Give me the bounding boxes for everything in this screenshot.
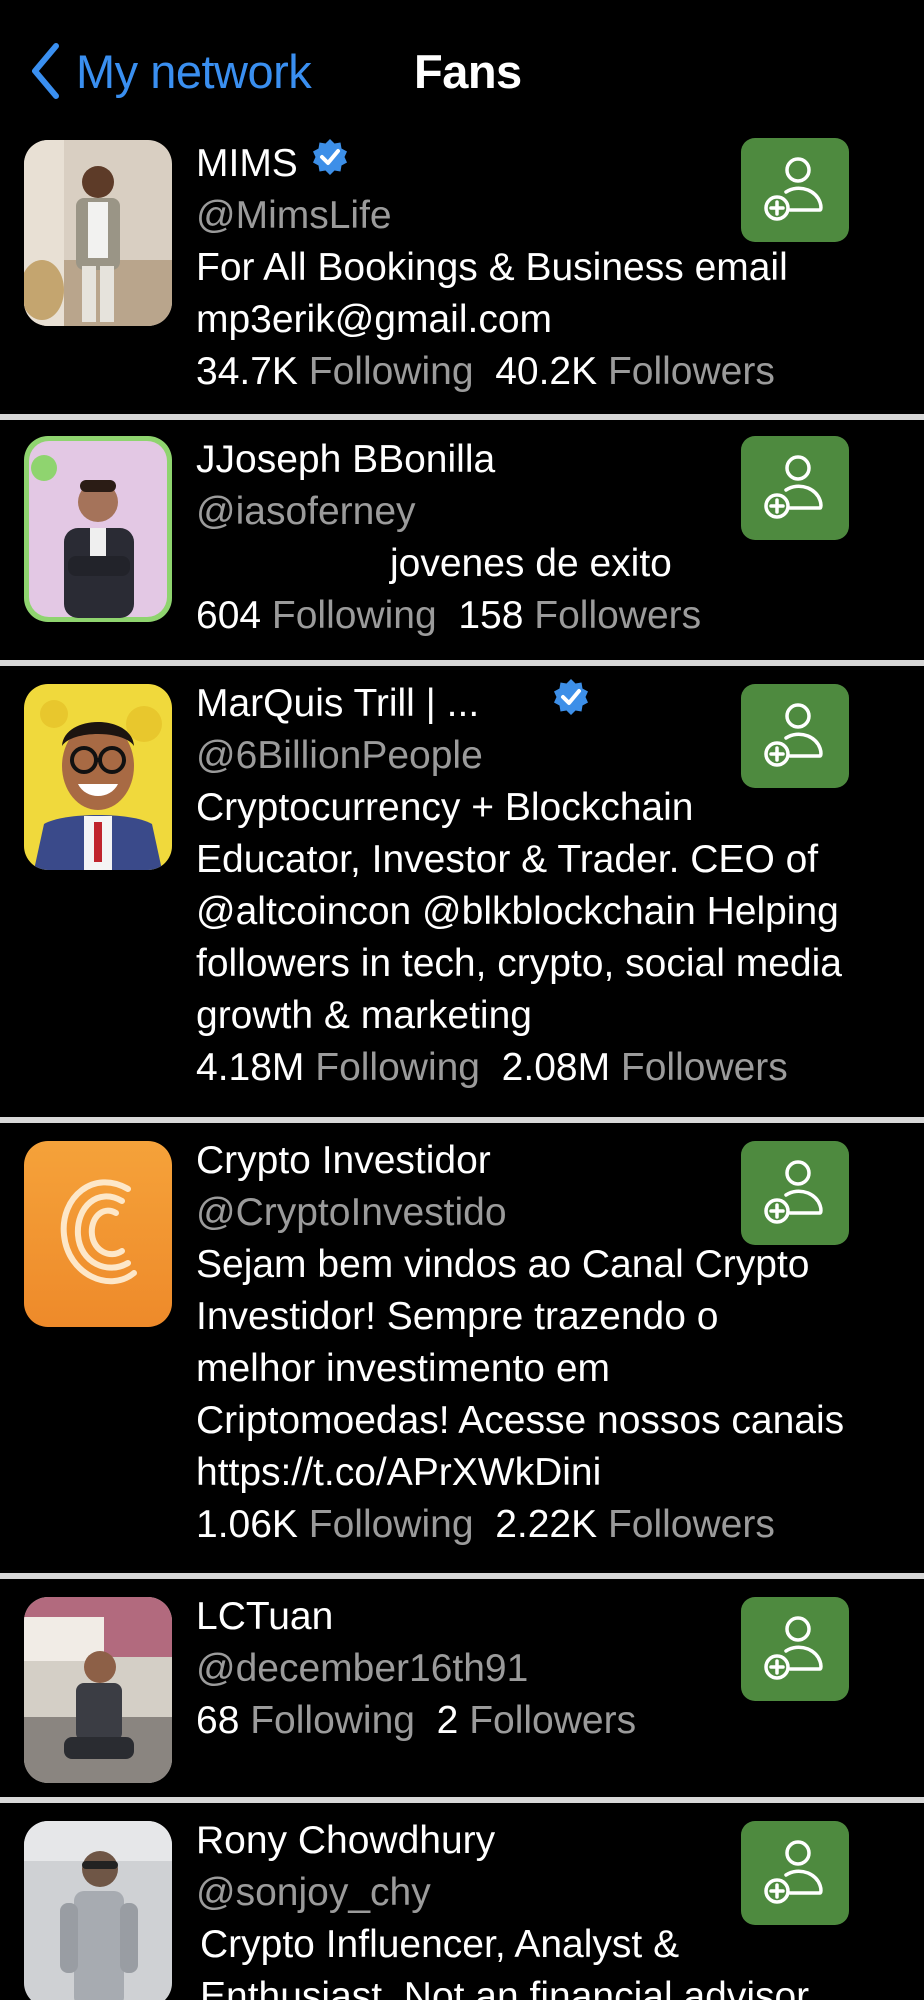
avatar[interactable] (24, 436, 172, 622)
verified-badge-icon (310, 137, 350, 191)
follow-button[interactable] (741, 436, 849, 540)
follow-button[interactable] (741, 684, 849, 788)
follow-button[interactable] (741, 1821, 849, 1925)
add-user-icon (764, 157, 823, 221)
followers-count: 2 (436, 1699, 459, 1742)
following-count: 604 (196, 594, 262, 637)
user-stats: 1.06K Following 2.22K Followers (196, 1499, 856, 1551)
followers-count: 158 (458, 594, 524, 637)
add-user-icon (764, 1840, 823, 1904)
verified-badge-icon (551, 677, 591, 731)
add-user-icon (764, 455, 823, 519)
following-count: 4.18M (196, 1046, 305, 1089)
list-item[interactable]: LCTuan @december16th91 68 Following 2 Fo… (0, 1579, 924, 1797)
user-name: LCTuan (196, 1595, 334, 1638)
list-item[interactable]: JJoseph BBonilla @iasoferney jovenes de … (0, 420, 924, 664)
crypto-c-logo-icon (24, 1141, 172, 1327)
list-item[interactable]: Rony Chowdhury @sonjoy_chy Crypto Influe… (0, 1803, 924, 2000)
user-name: JJoseph BBonilla (196, 438, 496, 481)
followers-label: Followers (607, 350, 775, 393)
followers-count: 40.2K (495, 350, 598, 393)
back-label: My network (76, 44, 312, 98)
following-count: 68 (196, 1699, 240, 1742)
user-name: MarQuis Trill | ... (196, 682, 480, 725)
user-bio: jovenes de exito (390, 542, 672, 585)
following-label: Following (250, 1699, 415, 1742)
following-label: Following (315, 1046, 480, 1089)
user-bio: Sejam bem vindos ao Canal Crypto Investi… (196, 1243, 845, 1494)
chevron-left-icon (32, 43, 59, 99)
user-stats: 4.18M Following 2.08M Followers (196, 1042, 856, 1094)
followers-label: Followers (534, 594, 702, 637)
following-label: Following (271, 594, 437, 637)
user-stats: 604 Following 158 Followers (196, 590, 856, 642)
following-count: 1.06K (196, 1503, 298, 1546)
followers-count: 2.22K (495, 1503, 598, 1546)
list-item[interactable]: MarQuis Trill | ... @6BillionPeople Cryp… (0, 666, 924, 1120)
follow-button[interactable] (741, 1597, 849, 1701)
add-user-icon (764, 1160, 823, 1224)
photo-man-standing-icon (24, 140, 172, 326)
user-name: Crypto Investidor (196, 1139, 491, 1182)
followers-label: Followers (620, 1046, 788, 1089)
user-bio: Cryptocurrency + Blockchain Educator, In… (196, 786, 842, 1037)
user-bio: For All Bookings & Business email mp3eri… (196, 246, 788, 341)
navigation-bar: My network Fans (0, 0, 924, 140)
followers-label: Followers (607, 1503, 775, 1546)
followers-label: Followers (469, 1699, 637, 1742)
user-bio: Crypto Influencer, Analyst & Enthusiast.… (200, 1923, 810, 2000)
following-count: 34.7K (196, 350, 298, 393)
following-label: Following (308, 350, 474, 393)
user-name: MIMS (196, 142, 298, 185)
photo-man-sitting-icon (24, 1597, 172, 1783)
avatar[interactable] (24, 1597, 172, 1783)
user-stats: 34.7K Following 40.2K Followers (196, 346, 856, 398)
following-label: Following (308, 1503, 474, 1546)
list-item[interactable]: Crypto Investidor @CryptoInvestido Sejam… (0, 1123, 924, 1575)
followers-count: 2.08M (501, 1046, 611, 1089)
cartoon-man-glasses-icon (24, 684, 172, 870)
add-user-icon (764, 703, 823, 767)
photo-man-arms-crossed-icon (24, 436, 172, 622)
avatar[interactable] (24, 1821, 172, 2000)
list-item[interactable]: MIMS @MimsLife For All Bookings & Busine… (0, 130, 924, 416)
avatar[interactable] (24, 1141, 172, 1327)
avatar[interactable] (24, 140, 172, 326)
user-stats: 68 Following 2 Followers (196, 1695, 856, 1747)
add-user-icon (764, 1616, 823, 1680)
follow-button[interactable] (741, 138, 849, 242)
follow-button[interactable] (741, 1141, 849, 1245)
avatar[interactable] (24, 684, 172, 870)
photo-man-standing-light-icon (24, 1821, 172, 2000)
back-button[interactable]: My network (30, 36, 312, 106)
page-title: Fans (414, 45, 522, 98)
user-name: Rony Chowdhury (196, 1819, 496, 1862)
